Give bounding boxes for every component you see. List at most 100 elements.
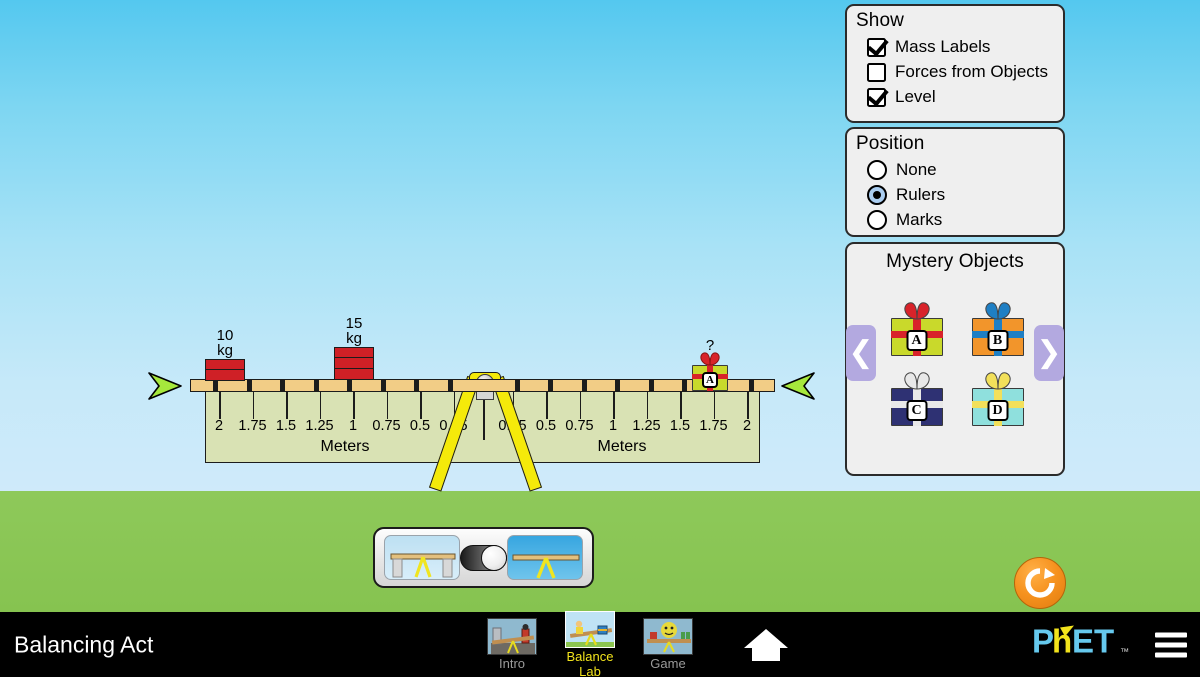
level-label: Level xyxy=(895,87,936,106)
ruler-label-left-1.75: 1.75 xyxy=(238,418,267,434)
mystery-object-c[interactable]: C xyxy=(883,369,950,431)
reset-all-icon xyxy=(1025,568,1055,598)
ruler-tick xyxy=(353,391,355,419)
mystery-objects-title: Mystery Objects xyxy=(886,251,1024,272)
level-indicator-left-icon xyxy=(148,372,182,400)
position-rulers-radio[interactable] xyxy=(867,185,887,205)
mass-label-10kg: 10 kg xyxy=(216,327,234,359)
supports-toggle[interactable] xyxy=(373,527,594,588)
radio-row-rulers[interactable]: Rulers xyxy=(847,185,1063,205)
tab-intro-thumbnail xyxy=(487,618,537,655)
plank-tick xyxy=(615,378,620,392)
ruler-tick xyxy=(747,391,749,419)
simulation-window: 21.751.51.2510.750.50.250.250.50.7511.25… xyxy=(0,0,1200,677)
gift-bow xyxy=(903,302,930,320)
plank-tick xyxy=(414,378,419,392)
gift-tag-letter: C xyxy=(906,400,927,421)
level-checkbox[interactable] xyxy=(867,87,886,107)
checkbox-row-level[interactable]: Level xyxy=(847,87,1063,107)
ruler-label-left-0.75: 0.75 xyxy=(372,418,401,434)
brick-stack-15kg xyxy=(334,346,374,380)
ruler-tick xyxy=(613,391,615,419)
mass-label-15kg: 15 kg xyxy=(345,315,363,347)
fulcrum xyxy=(415,372,555,496)
gift-tag-letter: A xyxy=(702,372,718,388)
ruler-label-left-1.5: 1.5 xyxy=(275,418,297,434)
plank-tick xyxy=(246,378,252,392)
position-rulers-label: Rulers xyxy=(896,185,946,204)
radio-row-none[interactable]: None xyxy=(847,160,1063,180)
forces-from-objects-label: Forces from Objects xyxy=(895,62,1049,81)
tab-game[interactable]: Game xyxy=(640,618,696,671)
plank-tick xyxy=(447,378,453,392)
position-none-radio[interactable] xyxy=(867,160,887,180)
mystery-objects-panel: Mystery Objects ❮ ❯ A B C D xyxy=(845,242,1065,476)
ruler-label-right-1: 1 xyxy=(608,418,618,434)
menu-bar xyxy=(1155,652,1187,657)
supports-on-icon[interactable] xyxy=(384,535,460,580)
mass-labels-checkbox[interactable] xyxy=(867,37,886,57)
phet-logo[interactable]: P h ET ™ xyxy=(1032,622,1142,665)
plank-tick xyxy=(581,378,587,392)
gift-tag-letter: B xyxy=(987,330,1008,351)
show-panel: Show Mass Labels Forces from Objects Lev… xyxy=(845,4,1065,123)
balance-plank[interactable] xyxy=(190,378,775,392)
mystery-objects-grid: A B C D xyxy=(883,299,1031,431)
fulcrum-leg-left xyxy=(428,375,480,492)
mass-object-15kg[interactable]: 15 kg xyxy=(334,316,374,380)
carousel-prev-button[interactable]: ❮ xyxy=(846,325,876,381)
gift-box-b: B xyxy=(971,302,1024,356)
ruler-tick xyxy=(219,391,221,419)
ruler-tick xyxy=(680,391,682,419)
navigation-bar: Balancing Act Intro Balance Lab Game P h… xyxy=(0,610,1200,677)
plank-tick xyxy=(313,378,319,392)
mystery-objects-carousel: ❮ ❯ A B C D xyxy=(846,273,1064,463)
ruler-tick xyxy=(646,391,649,419)
brick xyxy=(334,367,374,380)
tab-game-label: Game xyxy=(650,656,686,671)
ruler-label-right-1.75: 1.75 xyxy=(699,418,728,434)
show-panel-title: Show xyxy=(856,10,904,31)
mystery-object-b[interactable]: B xyxy=(964,299,1031,361)
tab-balance-lab-thumbnail xyxy=(565,610,615,648)
hamburger-menu-button[interactable] xyxy=(1155,632,1187,657)
gift-tag-letter: A xyxy=(906,330,927,351)
mass-label-mystery-a: ? xyxy=(705,337,715,354)
mystery-object-a[interactable]: A xyxy=(883,299,950,361)
brick-stack-10kg xyxy=(205,358,245,381)
plank-tick xyxy=(648,378,654,392)
mass-object-10kg[interactable]: 10 kg xyxy=(205,328,245,381)
tab-balance-lab[interactable]: Balance Lab xyxy=(562,610,618,677)
svg-text:ET: ET xyxy=(1072,624,1114,659)
supports-switch[interactable] xyxy=(460,544,507,571)
tab-game-thumbnail xyxy=(643,618,693,655)
position-panel: Position None Rulers Marks xyxy=(845,127,1065,237)
level-indicator-right-icon xyxy=(781,372,815,400)
gift-bow xyxy=(984,302,1011,320)
tab-intro-label: Intro xyxy=(498,656,525,671)
tab-balance-lab-label: Balance Lab xyxy=(566,648,614,677)
ruler-tick xyxy=(286,391,288,419)
mystery-object-d[interactable]: D xyxy=(964,369,1031,431)
radio-row-marks[interactable]: Marks xyxy=(847,210,1063,230)
carousel-next-button[interactable]: ❯ xyxy=(1034,325,1064,381)
home-button[interactable] xyxy=(742,626,790,664)
checkbox-row-forces-from-objects[interactable]: Forces from Objects xyxy=(847,62,1063,82)
reset-all-button[interactable] xyxy=(1014,557,1066,609)
gift-bow xyxy=(984,372,1011,390)
ruler-unit-left: Meters xyxy=(320,438,370,455)
switch-knob[interactable] xyxy=(481,544,507,571)
ruler-unit-right: Meters xyxy=(597,438,647,455)
checkbox-row-mass-labels[interactable]: Mass Labels xyxy=(847,37,1063,57)
position-marks-radio[interactable] xyxy=(867,210,887,230)
tab-bar: Intro Balance Lab Game xyxy=(484,610,696,677)
ruler-tick xyxy=(713,391,716,419)
forces-from-objects-checkbox[interactable] xyxy=(867,62,886,82)
ruler-tick xyxy=(252,391,255,419)
sim-title: Balancing Act xyxy=(14,631,154,657)
gift-box-c: C xyxy=(890,372,943,426)
tab-intro[interactable]: Intro xyxy=(484,618,540,671)
mass-object-mystery-a[interactable]: ? A xyxy=(692,338,728,391)
svg-text:P: P xyxy=(1032,624,1054,659)
supports-off-icon[interactable] xyxy=(507,535,583,580)
